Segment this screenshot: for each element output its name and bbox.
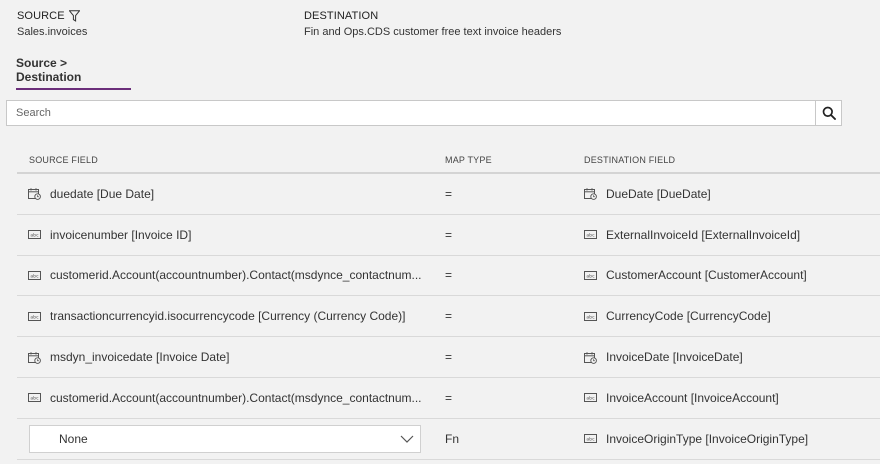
search-button[interactable] [815, 101, 841, 125]
source-field-dropdown-value: None [59, 431, 88, 446]
destination-field-cell: abc CurrencyCode [CurrencyCode] [584, 296, 880, 336]
chevron-down-icon [400, 435, 414, 443]
source-field-dropdown[interactable]: None [29, 424, 421, 453]
destination-field-name: InvoiceAccount [InvoiceAccount] [606, 390, 779, 405]
search-input[interactable] [7, 101, 815, 125]
destination-label: DESTINATION [304, 10, 379, 22]
source-entity: Sales.invoices [17, 26, 88, 38]
column-header-destination: DESTINATION FIELD [584, 155, 676, 165]
source-field-name: customerid.Account(accountnumber).Contac… [50, 268, 422, 283]
svg-text:abc: abc [30, 274, 39, 280]
map-type-value: = [445, 268, 453, 283]
destination-field-name: InvoiceDate [InvoiceDate] [606, 350, 743, 365]
source-field-cell: abc invoicenumber [Invoice ID] [28, 215, 423, 255]
destination-field-cell: InvoiceDate [InvoiceDate] [584, 337, 880, 377]
date-field-icon [584, 188, 597, 201]
map-type-cell[interactable]: Fn [445, 419, 545, 459]
mapping-row: abc invoicenumber [Invoice ID] = abc Ext… [17, 215, 880, 256]
map-type-value: = [445, 227, 453, 242]
map-type-value: = [445, 350, 453, 365]
source-info: SOURCE Sales.invoices [17, 9, 87, 40]
source-field-cell: abc customerid.Account(accountnumber).Co… [28, 256, 423, 296]
map-type-cell[interactable]: = [445, 378, 545, 418]
date-field-icon [28, 351, 41, 364]
map-type-value: = [445, 390, 453, 405]
source-field-name: duedate [Due Date] [50, 186, 155, 201]
source-field-name: msdyn_invoicedate [Invoice Date] [50, 350, 230, 365]
destination-field-cell: abc ExternalInvoiceId [ExternalInvoiceId… [584, 215, 880, 255]
destination-field-name: InvoiceOriginType [InvoiceOriginType] [606, 431, 809, 446]
date-field-icon [28, 188, 41, 201]
source-label: SOURCE [17, 10, 65, 22]
svg-text:abc: abc [586, 437, 595, 443]
column-header-source: SOURCE FIELD [29, 155, 98, 165]
column-header-map-type: MAP TYPE [445, 155, 492, 165]
text-field-icon: abc [584, 270, 597, 281]
map-type-value: Fn [445, 431, 460, 446]
mapping-page: SOURCE Sales.invoices DESTINATION Fin an… [0, 0, 880, 464]
svg-text:abc: abc [586, 314, 595, 320]
text-field-icon: abc [28, 229, 41, 240]
source-field-name: transactioncurrencyid.isocurrencycode [C… [50, 309, 406, 324]
svg-text:abc: abc [586, 233, 595, 239]
mapping-row: abc transactioncurrencyid.isocurrencycod… [17, 296, 880, 338]
map-type-cell[interactable]: = [445, 296, 545, 336]
map-type-cell[interactable]: = [445, 215, 545, 255]
tab-source-destination[interactable]: Source > Destination [16, 56, 131, 90]
svg-text:abc: abc [586, 274, 595, 280]
search-box [6, 100, 842, 126]
source-field-cell: abc customerid.Account(accountnumber).Co… [28, 378, 423, 418]
text-field-icon: abc [28, 392, 41, 403]
mapping-row: duedate [Due Date] = DueDate [DueDate] [17, 174, 880, 215]
destination-field-cell: abc InvoiceOriginType [InvoiceOriginType… [584, 419, 880, 459]
mapping-row: abc customerid.Account(accountnumber).Co… [17, 256, 880, 297]
destination-field-name: ExternalInvoiceId [ExternalInvoiceId] [606, 227, 801, 242]
text-field-icon: abc [584, 392, 597, 403]
svg-text:abc: abc [30, 314, 39, 320]
text-field-icon: abc [584, 229, 597, 240]
destination-field-name: DueDate [DueDate] [606, 186, 711, 201]
map-type-value: = [445, 309, 453, 324]
destination-field-name: CurrencyCode [CurrencyCode] [606, 309, 771, 324]
text-field-icon: abc [28, 311, 41, 322]
search-icon [822, 106, 836, 120]
map-type-value: = [445, 186, 453, 201]
text-field-icon: abc [28, 270, 41, 281]
map-type-cell[interactable]: = [445, 256, 545, 296]
source-field-cell: msdyn_invoicedate [Invoice Date] [28, 337, 423, 377]
mapping-row: msdyn_invoicedate [Invoice Date] = Invoi… [17, 337, 880, 378]
destination-field-cell: DueDate [DueDate] [584, 174, 880, 214]
map-type-cell[interactable]: = [445, 337, 545, 377]
destination-field-name: CustomerAccount [CustomerAccount] [606, 268, 807, 283]
mapping-row: None Fn abc InvoiceOriginType [InvoiceOr… [17, 419, 880, 460]
text-field-icon: abc [584, 311, 597, 322]
svg-text:abc: abc [586, 396, 595, 402]
destination-entity: Fin and Ops.CDS customer free text invoi… [304, 26, 562, 38]
destination-field-cell: abc CustomerAccount [CustomerAccount] [584, 256, 880, 296]
source-field-name: invoicenumber [Invoice ID] [50, 227, 192, 242]
svg-text:abc: abc [30, 233, 39, 239]
source-field-cell: abc transactioncurrencyid.isocurrencycod… [28, 296, 423, 336]
text-field-icon: abc [584, 433, 597, 444]
destination-info: DESTINATION Fin and Ops.CDS customer fre… [304, 9, 561, 40]
mapping-table: duedate [Due Date] = DueDate [DueDate] a… [17, 174, 880, 460]
mapping-row: abc customerid.Account(accountnumber).Co… [17, 378, 880, 419]
map-type-cell[interactable]: = [445, 174, 545, 214]
svg-text:abc: abc [30, 396, 39, 402]
date-field-icon [584, 351, 597, 364]
destination-field-cell: abc InvoiceAccount [InvoiceAccount] [584, 378, 880, 418]
filter-icon[interactable] [68, 10, 80, 22]
source-field-name: customerid.Account(accountnumber).Contac… [50, 390, 422, 405]
source-field-cell: duedate [Due Date] [28, 174, 423, 214]
